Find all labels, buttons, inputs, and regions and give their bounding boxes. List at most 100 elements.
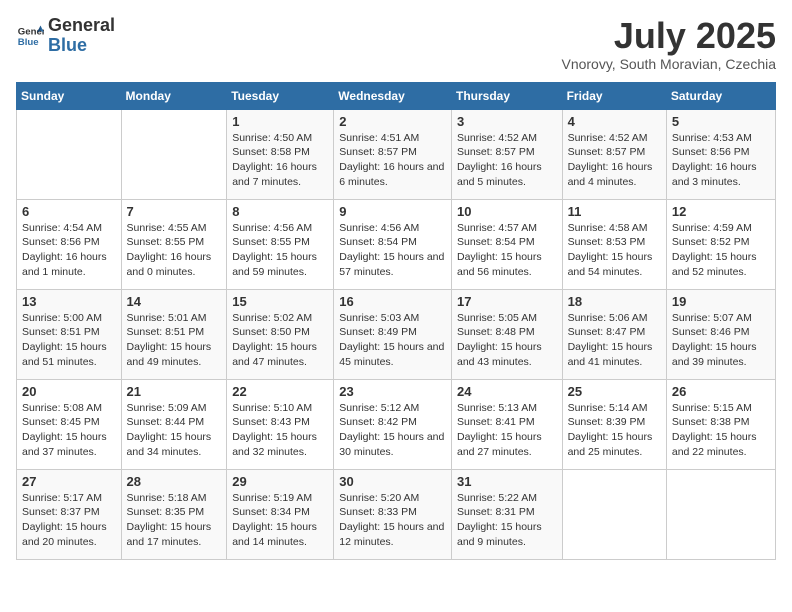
- day-number: 6: [22, 204, 116, 219]
- day-info: Sunrise: 4:51 AM Sunset: 8:57 PM Dayligh…: [339, 131, 446, 190]
- calendar-cell: 12 Sunrise: 4:59 AM Sunset: 8:52 PM Dayli…: [666, 199, 775, 289]
- calendar-cell: 14 Sunrise: 5:01 AM Sunset: 8:51 PM Dayli…: [121, 289, 227, 379]
- svg-text:Blue: Blue: [18, 37, 39, 48]
- day-info: Sunrise: 5:10 AM Sunset: 8:43 PM Dayligh…: [232, 401, 328, 460]
- page-header: General Blue General Blue July 2025 Vnor…: [16, 16, 776, 72]
- day-number: 21: [127, 384, 222, 399]
- day-header-monday: Monday: [121, 82, 227, 109]
- calendar-table: SundayMondayTuesdayWednesdayThursdayFrid…: [16, 82, 776, 560]
- day-number: 31: [457, 474, 557, 489]
- day-number: 3: [457, 114, 557, 129]
- calendar-cell: 29 Sunrise: 5:19 AM Sunset: 8:34 PM Dayli…: [227, 469, 334, 559]
- day-info: Sunrise: 5:03 AM Sunset: 8:49 PM Dayligh…: [339, 311, 446, 370]
- calendar-cell: 22 Sunrise: 5:10 AM Sunset: 8:43 PM Dayli…: [227, 379, 334, 469]
- week-row-4: 20 Sunrise: 5:08 AM Sunset: 8:45 PM Dayli…: [17, 379, 776, 469]
- day-number: 23: [339, 384, 446, 399]
- day-number: 27: [22, 474, 116, 489]
- calendar-cell: 20 Sunrise: 5:08 AM Sunset: 8:45 PM Dayli…: [17, 379, 122, 469]
- day-header-tuesday: Tuesday: [227, 82, 334, 109]
- day-number: 20: [22, 384, 116, 399]
- calendar-cell: 2 Sunrise: 4:51 AM Sunset: 8:57 PM Daylig…: [334, 109, 452, 199]
- calendar-cell: 19 Sunrise: 5:07 AM Sunset: 8:46 PM Dayli…: [666, 289, 775, 379]
- calendar-cell: 9 Sunrise: 4:56 AM Sunset: 8:54 PM Daylig…: [334, 199, 452, 289]
- day-number: 17: [457, 294, 557, 309]
- day-info: Sunrise: 5:09 AM Sunset: 8:44 PM Dayligh…: [127, 401, 222, 460]
- day-number: 14: [127, 294, 222, 309]
- day-number: 10: [457, 204, 557, 219]
- day-info: Sunrise: 4:54 AM Sunset: 8:56 PM Dayligh…: [22, 221, 116, 280]
- calendar-cell: 15 Sunrise: 5:02 AM Sunset: 8:50 PM Dayli…: [227, 289, 334, 379]
- day-info: Sunrise: 5:14 AM Sunset: 8:39 PM Dayligh…: [568, 401, 661, 460]
- calendar-cell: [121, 109, 227, 199]
- day-number: 12: [672, 204, 770, 219]
- day-number: 9: [339, 204, 446, 219]
- day-info: Sunrise: 5:15 AM Sunset: 8:38 PM Dayligh…: [672, 401, 770, 460]
- day-info: Sunrise: 5:02 AM Sunset: 8:50 PM Dayligh…: [232, 311, 328, 370]
- week-row-2: 6 Sunrise: 4:54 AM Sunset: 8:56 PM Daylig…: [17, 199, 776, 289]
- day-number: 8: [232, 204, 328, 219]
- day-number: 19: [672, 294, 770, 309]
- week-row-1: 1Sunrise: 4:50 AM Sunset: 8:58 PM Daylig…: [17, 109, 776, 199]
- day-info: Sunrise: 4:56 AM Sunset: 8:54 PM Dayligh…: [339, 221, 446, 280]
- day-number: 2: [339, 114, 446, 129]
- calendar-cell: 13 Sunrise: 5:00 AM Sunset: 8:51 PM Dayli…: [17, 289, 122, 379]
- day-number: 22: [232, 384, 328, 399]
- calendar-cell: 30 Sunrise: 5:20 AM Sunset: 8:33 PM Dayli…: [334, 469, 452, 559]
- calendar-cell: 7 Sunrise: 4:55 AM Sunset: 8:55 PM Daylig…: [121, 199, 227, 289]
- day-info: Sunrise: 5:01 AM Sunset: 8:51 PM Dayligh…: [127, 311, 222, 370]
- week-row-5: 27Sunrise: 5:17 AM Sunset: 8:37 PM Dayli…: [17, 469, 776, 559]
- calendar-cell: 11 Sunrise: 4:58 AM Sunset: 8:53 PM Dayli…: [562, 199, 666, 289]
- day-info: Sunrise: 5:06 AM Sunset: 8:47 PM Dayligh…: [568, 311, 661, 370]
- day-number: 18: [568, 294, 661, 309]
- day-number: 1: [232, 114, 328, 129]
- day-number: 25: [568, 384, 661, 399]
- day-info: Sunrise: 5:20 AM Sunset: 8:33 PM Dayligh…: [339, 491, 446, 550]
- month-title: July 2025: [561, 16, 776, 56]
- day-number: 16: [339, 294, 446, 309]
- calendar-cell: 6 Sunrise: 4:54 AM Sunset: 8:56 PM Daylig…: [17, 199, 122, 289]
- day-info: Sunrise: 4:52 AM Sunset: 8:57 PM Dayligh…: [568, 131, 661, 190]
- calendar-cell: 10 Sunrise: 4:57 AM Sunset: 8:54 PM Dayli…: [451, 199, 562, 289]
- calendar-cell: 8 Sunrise: 4:56 AM Sunset: 8:55 PM Daylig…: [227, 199, 334, 289]
- day-number: 26: [672, 384, 770, 399]
- day-number: 29: [232, 474, 328, 489]
- day-info: Sunrise: 4:55 AM Sunset: 8:55 PM Dayligh…: [127, 221, 222, 280]
- day-info: Sunrise: 4:52 AM Sunset: 8:57 PM Dayligh…: [457, 131, 557, 190]
- day-info: Sunrise: 4:59 AM Sunset: 8:52 PM Dayligh…: [672, 221, 770, 280]
- day-number: 13: [22, 294, 116, 309]
- day-number: 15: [232, 294, 328, 309]
- day-info: Sunrise: 5:00 AM Sunset: 8:51 PM Dayligh…: [22, 311, 116, 370]
- day-header-friday: Friday: [562, 82, 666, 109]
- logo-icon: General Blue: [16, 22, 44, 50]
- day-number: 7: [127, 204, 222, 219]
- day-info: Sunrise: 4:58 AM Sunset: 8:53 PM Dayligh…: [568, 221, 661, 280]
- day-info: Sunrise: 5:18 AM Sunset: 8:35 PM Dayligh…: [127, 491, 222, 550]
- day-number: 30: [339, 474, 446, 489]
- calendar-cell: 31 Sunrise: 5:22 AM Sunset: 8:31 PM Dayli…: [451, 469, 562, 559]
- day-header-saturday: Saturday: [666, 82, 775, 109]
- calendar-cell: 17 Sunrise: 5:05 AM Sunset: 8:48 PM Dayli…: [451, 289, 562, 379]
- calendar-header-row: SundayMondayTuesdayWednesdayThursdayFrid…: [17, 82, 776, 109]
- day-info: Sunrise: 5:05 AM Sunset: 8:48 PM Dayligh…: [457, 311, 557, 370]
- calendar-cell: 4 Sunrise: 4:52 AM Sunset: 8:57 PM Daylig…: [562, 109, 666, 199]
- calendar-cell: 18 Sunrise: 5:06 AM Sunset: 8:47 PM Dayli…: [562, 289, 666, 379]
- calendar-cell: 26 Sunrise: 5:15 AM Sunset: 8:38 PM Dayli…: [666, 379, 775, 469]
- day-info: Sunrise: 4:53 AM Sunset: 8:56 PM Dayligh…: [672, 131, 770, 190]
- day-number: 24: [457, 384, 557, 399]
- day-info: Sunrise: 5:08 AM Sunset: 8:45 PM Dayligh…: [22, 401, 116, 460]
- calendar-cell: [666, 469, 775, 559]
- day-info: Sunrise: 5:07 AM Sunset: 8:46 PM Dayligh…: [672, 311, 770, 370]
- day-info: Sunrise: 4:56 AM Sunset: 8:55 PM Dayligh…: [232, 221, 328, 280]
- calendar-cell: 24 Sunrise: 5:13 AM Sunset: 8:41 PM Dayli…: [451, 379, 562, 469]
- day-info: Sunrise: 5:19 AM Sunset: 8:34 PM Dayligh…: [232, 491, 328, 550]
- day-info: Sunrise: 4:57 AM Sunset: 8:54 PM Dayligh…: [457, 221, 557, 280]
- day-info: Sunrise: 5:22 AM Sunset: 8:31 PM Dayligh…: [457, 491, 557, 550]
- day-number: 4: [568, 114, 661, 129]
- day-info: Sunrise: 5:13 AM Sunset: 8:41 PM Dayligh…: [457, 401, 557, 460]
- day-info: Sunrise: 5:12 AM Sunset: 8:42 PM Dayligh…: [339, 401, 446, 460]
- logo-general: General: [48, 16, 115, 36]
- logo-blue: Blue: [48, 36, 115, 56]
- calendar-cell: 5Sunrise: 4:53 AM Sunset: 8:56 PM Daylig…: [666, 109, 775, 199]
- calendar-cell: 27Sunrise: 5:17 AM Sunset: 8:37 PM Dayli…: [17, 469, 122, 559]
- day-number: 11: [568, 204, 661, 219]
